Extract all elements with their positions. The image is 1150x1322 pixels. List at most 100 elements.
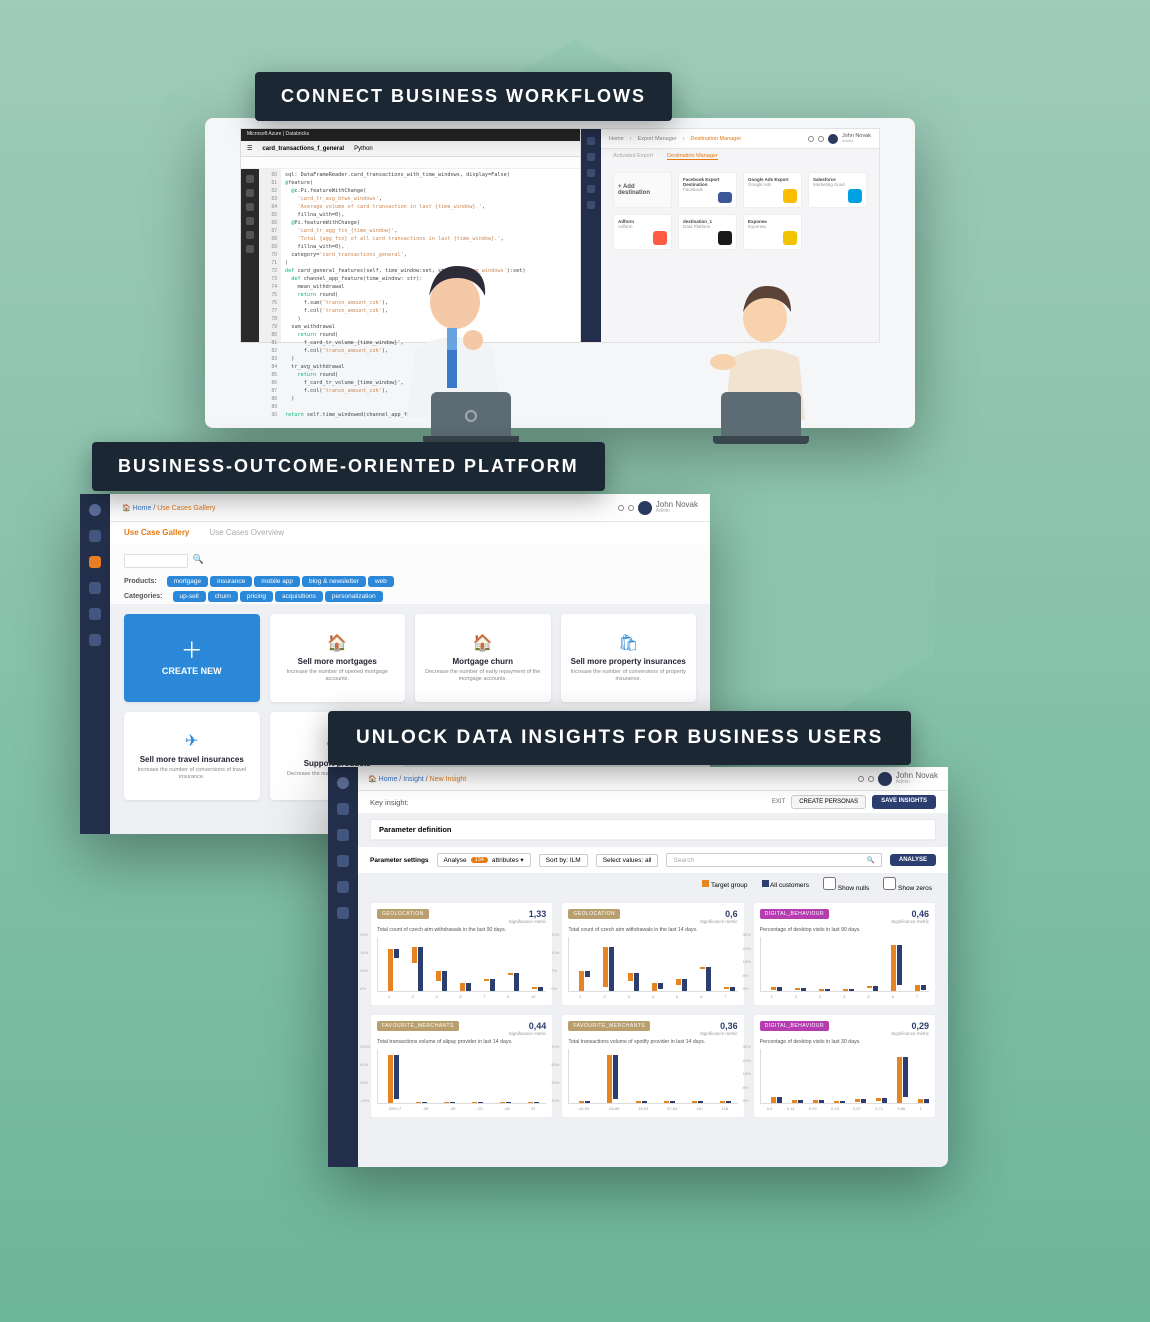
ide-gutter: 6061626364656667686970717273747576777879…	[259, 169, 281, 342]
search-icon[interactable]: 🔍	[192, 554, 203, 564]
chart-bars: 10%30%50%70%	[568, 1049, 737, 1104]
create-new-card[interactable]: ＋CREATE NEW	[124, 614, 260, 702]
destination-rail	[581, 129, 601, 342]
rail-icon[interactable]	[246, 203, 254, 211]
ide-topbar: Microsoft Azure | Databricks	[241, 129, 629, 141]
show-nulls-checkbox[interactable]	[823, 877, 836, 890]
crumb[interactable]: Export Manager	[638, 136, 677, 142]
chart-badge: GEOLOCATION	[568, 909, 620, 919]
avatar[interactable]	[878, 772, 892, 786]
settings-label: Parameter settings	[370, 857, 429, 864]
ide-filename[interactable]: card_transactions_f_general	[262, 146, 344, 152]
logo-icon	[89, 504, 101, 516]
product-tag[interactable]: web	[368, 576, 394, 587]
rail-icon[interactable]	[246, 217, 254, 225]
rail-icon[interactable]	[337, 803, 349, 815]
search-icon: 🔍	[867, 856, 875, 864]
user-block[interactable]: John Novak Admin	[618, 501, 698, 515]
insight-chart: GEOLOCATION 1,33Significance metric Tota…	[370, 902, 553, 1006]
rail-icon[interactable]	[89, 530, 101, 542]
destination-tile[interactable]: ExponeaExponea	[743, 214, 802, 250]
rail-icon[interactable]	[587, 185, 595, 193]
rail-icon[interactable]	[587, 153, 595, 161]
panel-header: Parameter definition	[371, 820, 935, 840]
rail-icon[interactable]	[246, 175, 254, 183]
chart-badge: FAVOURITE_MERCHANTS	[568, 1021, 650, 1031]
exit-button[interactable]: EXIT	[772, 799, 785, 805]
tab-destination[interactable]: Destination Manager	[667, 153, 718, 160]
chart-badge: DIGITAL_BEHAVIOUR	[760, 909, 829, 919]
destination-tile[interactable]: Google Ads ExportGoogle Ads	[743, 172, 802, 208]
rail-icon[interactable]	[246, 245, 254, 253]
rail-icon[interactable]	[337, 855, 349, 867]
rail-icon[interactable]	[337, 881, 349, 893]
analyse-select[interactable]: Analyse 134 attributes ▾	[437, 853, 531, 867]
values-select[interactable]: Select values: all	[596, 854, 659, 867]
help-icon[interactable]	[618, 505, 624, 511]
tab-use-case-gallery[interactable]: Use Case Gallery	[124, 528, 189, 537]
destination-tile[interactable]: SalesforceMarketing cloud	[808, 172, 867, 208]
use-case-card[interactable]: 🏠 Mortgage churn Decrease the number of …	[415, 614, 551, 702]
product-tag[interactable]: mortgage	[167, 576, 208, 587]
crumb[interactable]: Home	[609, 136, 624, 142]
rail-icon[interactable]	[89, 634, 101, 646]
legend-zeros: Show zeros	[898, 885, 932, 892]
tab-activated[interactable]: Activated Export	[613, 153, 653, 160]
product-tag[interactable]: insurance	[210, 576, 252, 587]
destination-tile[interactable]: Facebook Export DestinationFacebook	[678, 172, 737, 208]
analyse-button[interactable]: ANALYSE	[890, 854, 936, 866]
create-personas-button[interactable]: CREATE PERSONAS	[791, 795, 866, 809]
category-tag[interactable]: pricing	[240, 591, 273, 602]
product-tag[interactable]: blog & newsletter	[302, 576, 366, 587]
category-tag[interactable]: churn	[208, 591, 238, 602]
search-input[interactable]	[124, 554, 188, 568]
help-icon[interactable]	[858, 776, 864, 782]
category-tag[interactable]: acquisitions	[275, 591, 323, 602]
laptop-icon	[431, 392, 511, 438]
category-tag[interactable]: up-sell	[173, 591, 206, 602]
show-zeros-checkbox[interactable]	[883, 877, 896, 890]
use-case-card[interactable]: 🛍 Sell more property insurances Increase…	[561, 614, 697, 702]
search-input[interactable]: Search🔍	[666, 853, 881, 867]
destination-tile[interactable]: destination_1Data Platform	[678, 214, 737, 250]
rail-icon[interactable]	[89, 582, 101, 594]
sort-select[interactable]: Sort by: ILM	[539, 854, 588, 867]
category-tag[interactable]: personalization	[325, 591, 383, 602]
crumb[interactable]: Home	[379, 776, 398, 783]
laptop-icon	[721, 392, 801, 438]
chart-title: Percentage of desktop visits in last 30 …	[760, 1039, 929, 1045]
search-row: 🔍	[110, 543, 710, 574]
gear-icon[interactable]	[868, 776, 874, 782]
tab-use-cases-overview[interactable]: Use Cases Overview	[209, 528, 284, 537]
product-tag[interactable]: mobile app	[254, 576, 300, 587]
rail-icon[interactable]	[337, 907, 349, 919]
rail-icon[interactable]	[89, 608, 101, 620]
user-block[interactable]: John Novak Admin	[808, 134, 871, 144]
avatar[interactable]	[828, 134, 838, 144]
rail-icon[interactable]	[337, 829, 349, 841]
crumb[interactable]: Insight	[403, 776, 424, 783]
help-icon[interactable]	[808, 136, 814, 142]
rail-icon[interactable]	[587, 201, 595, 209]
ide-menu-icon[interactable]: ☰	[247, 145, 252, 152]
gear-icon[interactable]	[628, 505, 634, 511]
ide-rail	[241, 169, 259, 342]
rail-icon-active[interactable]	[89, 556, 101, 568]
user-block[interactable]: John Novak Admin	[858, 772, 938, 786]
save-insights-button[interactable]: SAVE INSIGHTS	[872, 795, 936, 809]
avatar[interactable]	[638, 501, 652, 515]
use-case-card[interactable]: 🏠 Sell more mortgages Increase the numbe…	[270, 614, 406, 702]
categories-label: Categories:	[124, 593, 163, 600]
rail-icon[interactable]	[246, 189, 254, 197]
use-case-icon: 🛍	[618, 633, 638, 653]
user-role: Admin	[656, 509, 698, 514]
add-destination-tile[interactable]: + Add destination	[613, 172, 672, 208]
use-case-card[interactable]: ✈ Sell more travel insurances Increase t…	[124, 712, 260, 800]
gear-icon[interactable]	[818, 136, 824, 142]
rail-icon[interactable]	[587, 169, 595, 177]
chart-xlabels: 0.00.140.290.430.670.710.861	[760, 1104, 929, 1111]
rail-icon[interactable]	[246, 231, 254, 239]
insight-rail	[328, 767, 358, 1167]
destination-tile[interactable]: AdformAdform	[613, 214, 672, 250]
crumb[interactable]: Home	[133, 505, 152, 512]
